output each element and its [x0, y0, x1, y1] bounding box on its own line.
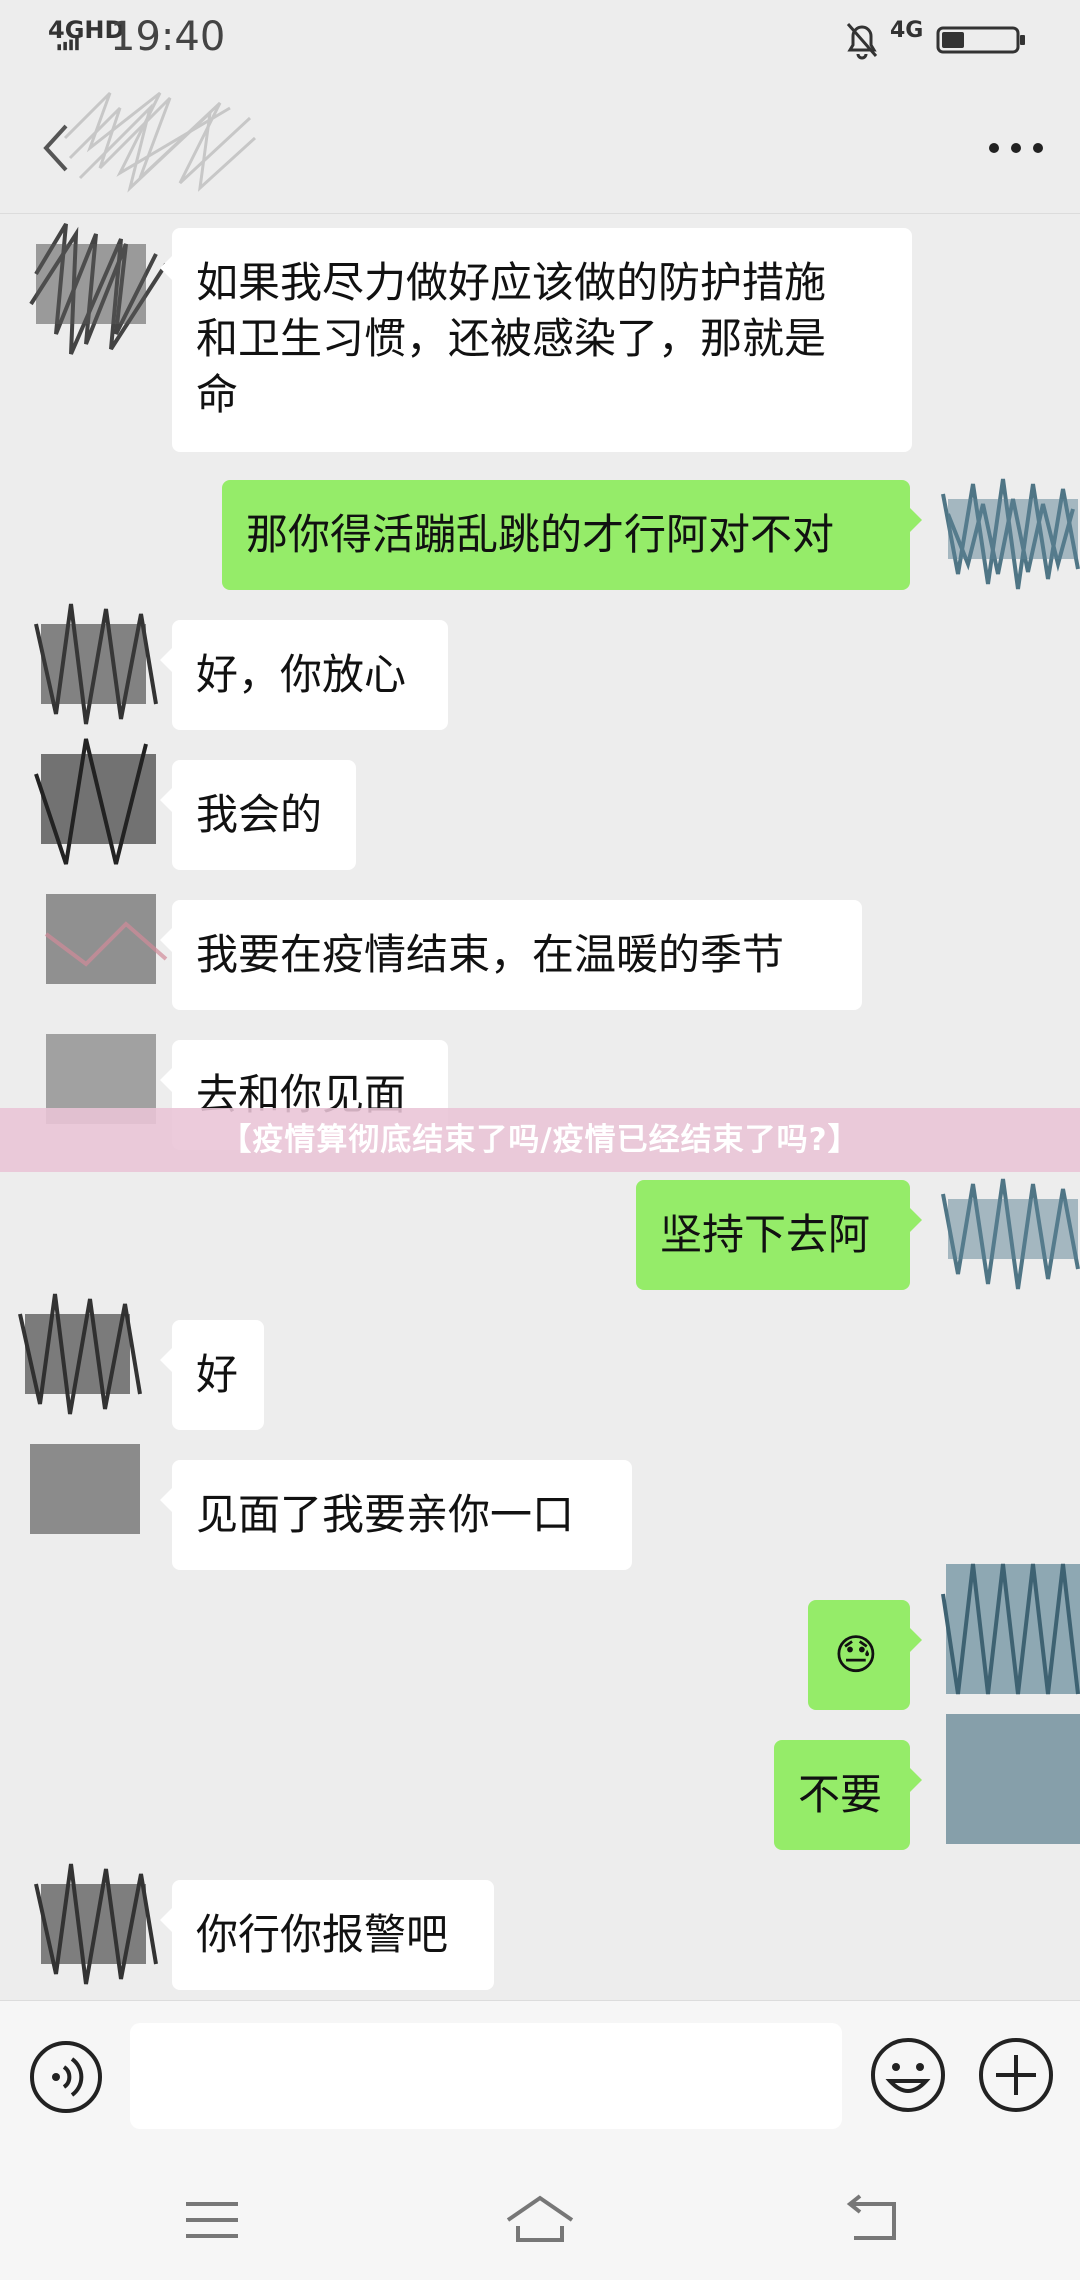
- signal-icon: [57, 37, 79, 51]
- message-bubble-outgoing[interactable]: 不要: [774, 1740, 922, 1850]
- system-navigation-bar: [0, 2160, 1080, 2280]
- avatar-contact[interactable]: [26, 724, 176, 874]
- avatar-contact[interactable]: [26, 214, 176, 364]
- message-bubble-outgoing[interactable]: 那你得活蹦乱跳的才行阿对不对: [222, 480, 922, 590]
- avatar-contact[interactable]: [10, 1414, 160, 1564]
- message-bubble-incoming[interactable]: 我要在疫情结束，在温暖的季节: [160, 900, 862, 1010]
- avatar-contact[interactable]: [26, 1844, 176, 1994]
- message-bubble-outgoing[interactable]: 坚持下去阿: [636, 1180, 922, 1290]
- message-list: 如果我尽力做好应该做的防护措施 和卫生习惯，还被感染了，那就是 命 那你得活蹦乱…: [0, 214, 1080, 2000]
- message-bubble-incoming[interactable]: 我会的: [160, 760, 356, 870]
- home-icon[interactable]: [504, 2192, 576, 2248]
- overlay-banner: 【疫情算彻底结束了吗/疫情已经结束了吗?】: [0, 1108, 1080, 1172]
- message-bubble-incoming[interactable]: 好，你放心: [160, 620, 448, 730]
- message-bubble-incoming[interactable]: 见面了我要亲你一口: [160, 1460, 632, 1570]
- voice-icon[interactable]: [28, 2039, 104, 2115]
- avatar-contact[interactable]: [26, 584, 176, 734]
- message-bubble-incoming[interactable]: 好: [160, 1320, 264, 1430]
- message-bubble-incoming[interactable]: 如果我尽力做好应该做的防护措施 和卫生习惯，还被感染了，那就是 命: [160, 228, 912, 452]
- plus-icon[interactable]: [976, 2035, 1056, 2115]
- status-right: 4G: [824, 18, 1034, 62]
- battery-icon: [936, 26, 1025, 54]
- more-dots-icon[interactable]: [986, 136, 1046, 160]
- back-chevron-icon[interactable]: [38, 118, 78, 178]
- clock: 19:40: [110, 14, 226, 60]
- avatar-contact[interactable]: [10, 1274, 160, 1424]
- back-arrow-icon[interactable]: [840, 2192, 904, 2248]
- avatar-self[interactable]: [938, 1704, 1080, 1854]
- message-input[interactable]: [130, 2023, 842, 2129]
- input-bar: [0, 2000, 1080, 2160]
- emoji-icon[interactable]: [868, 2035, 948, 2115]
- message-bubble-outgoing-emoji[interactable]: 😓: [808, 1600, 922, 1710]
- status-bar: 4GHD 19:40 4G: [0, 0, 1080, 78]
- network-type: 4G: [890, 18, 924, 43]
- menu-icon[interactable]: [180, 2192, 244, 2248]
- redacted-title-scribble: [63, 91, 257, 193]
- mute-bell-icon: [846, 23, 878, 60]
- message-bubble-incoming[interactable]: 你行你报警吧: [160, 1880, 494, 1990]
- chat-header: [0, 78, 1080, 214]
- avatar-contact[interactable]: [26, 864, 176, 1014]
- avatar-self[interactable]: [938, 454, 1080, 604]
- avatar-self[interactable]: [938, 1154, 1080, 1304]
- avatar-self[interactable]: [938, 1554, 1080, 1704]
